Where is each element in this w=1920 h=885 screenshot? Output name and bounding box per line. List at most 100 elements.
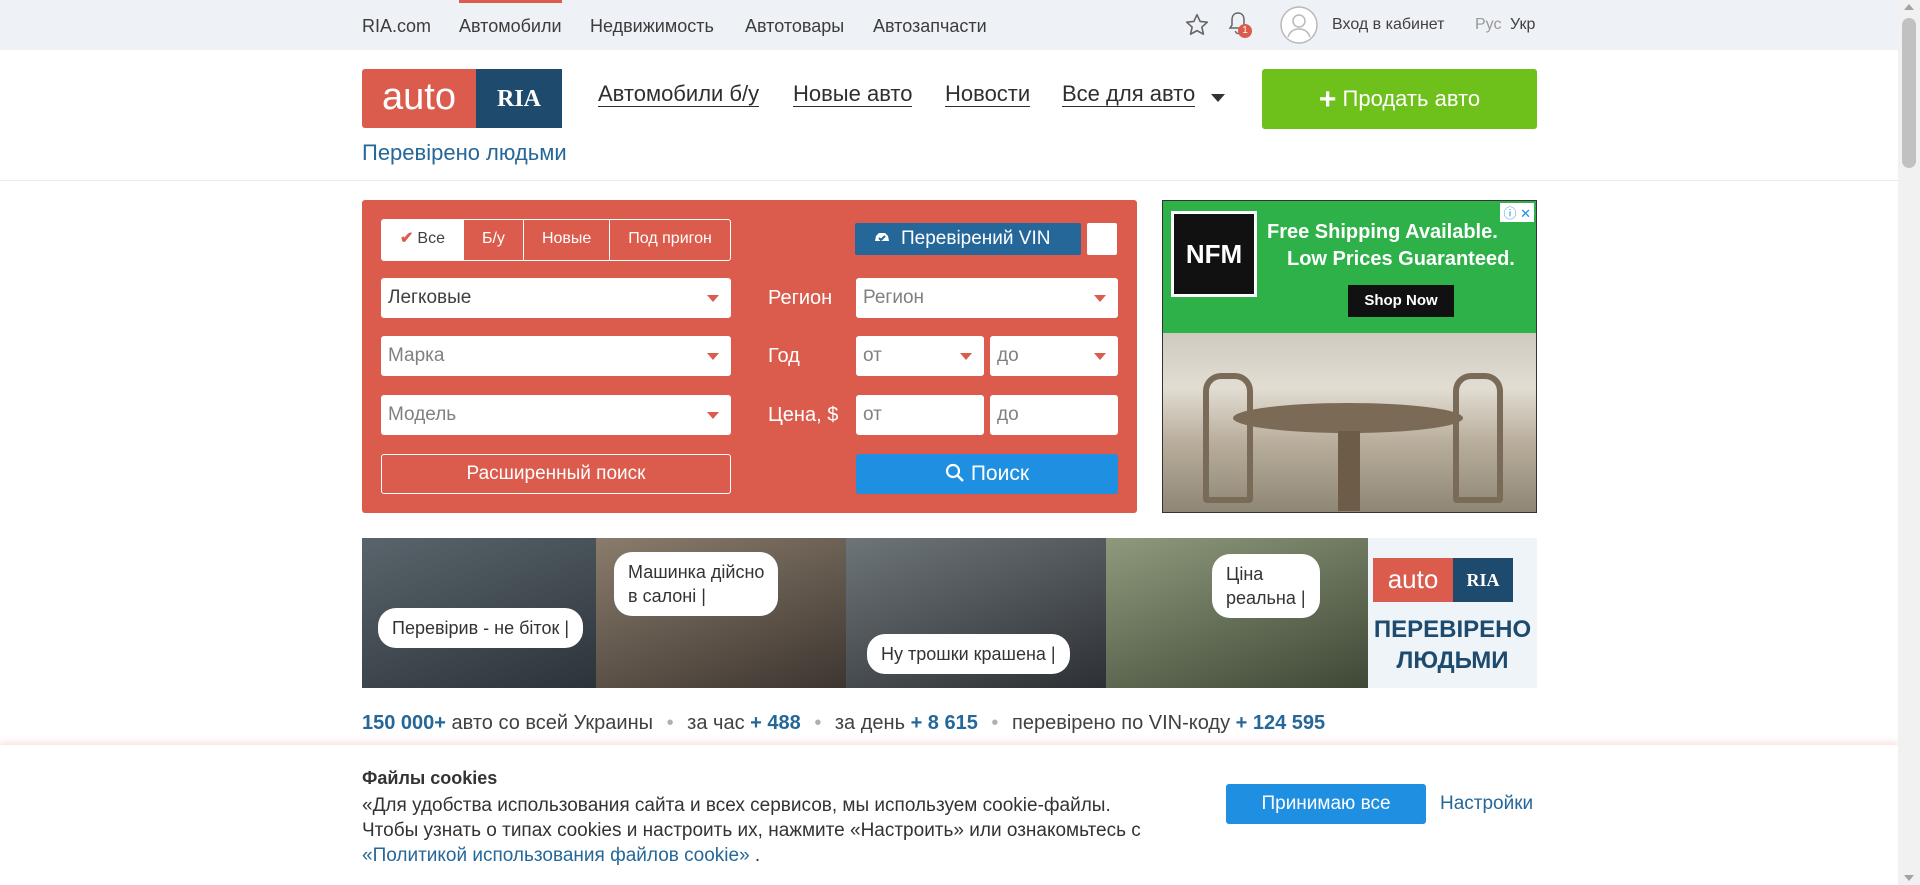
tab-used[interactable]: Б/у	[462, 220, 523, 260]
lang-uk[interactable]: Укр	[1510, 0, 1535, 50]
user-avatar-icon[interactable]	[1280, 6, 1318, 49]
chair-shape	[1453, 373, 1503, 503]
stat-day-value[interactable]: + 8 615	[911, 712, 978, 734]
body-type-select[interactable]: Легковые	[381, 278, 731, 318]
brand-placeholder: Марка	[388, 345, 445, 366]
bubble-2-line-1: Машинка дійсно	[628, 562, 765, 582]
banner-slogan-line-1: ПЕРЕВІРЕНО	[1373, 616, 1532, 643]
dropdown-caret-icon	[1094, 353, 1106, 360]
cookie-settings-link[interactable]: Настройки	[1440, 793, 1533, 815]
lang-ru[interactable]: Рус	[1475, 0, 1502, 50]
stats-line: 150 000+ авто со всей Украины • за час +…	[362, 712, 1325, 735]
chevron-down-icon[interactable]	[1211, 94, 1225, 102]
tagline: Перевірено людьми	[362, 140, 567, 165]
vin-verified-toggle[interactable]: Перевірений VIN	[855, 223, 1081, 255]
banner-bubble-3: Ну трошки крашена |	[867, 634, 1070, 674]
region-placeholder: Регион	[863, 287, 925, 308]
banner-bubble-2: Машинка дійсно в салоні |	[614, 552, 779, 616]
banner-slogan-line-2: ЛЮДЬМИ	[1396, 647, 1509, 674]
scroll-thumb[interactable]	[1902, 18, 1916, 168]
search-button[interactable]: Поиск	[856, 454, 1118, 494]
cookie-policy-link[interactable]: «Политикой использования файлов cookie»	[362, 845, 750, 866]
topnav-autogoods[interactable]: Автотовары	[745, 0, 844, 50]
ad-line-2: Low Prices Guaranteed.	[1287, 248, 1515, 270]
scroll-down-icon[interactable]	[1904, 875, 1914, 881]
promo-banner[interactable]: Перевірив - не біток | Машинка дійсно в с…	[362, 538, 1537, 688]
model-select[interactable]: Модель	[381, 395, 731, 435]
banner-logo-ria: RIA	[1453, 558, 1513, 602]
topnav-ria[interactable]: RIA.com	[362, 0, 431, 50]
notification-badge: 1	[1238, 24, 1252, 38]
cookie-line-3-tail: .	[749, 845, 761, 866]
stat-total-text: авто со всей Украины	[451, 712, 654, 734]
star-icon[interactable]	[1184, 12, 1210, 43]
tab-all-label: Все	[417, 230, 445, 247]
logo-ria[interactable]: RIA	[476, 69, 562, 128]
scrollbar[interactable]	[1898, 0, 1920, 885]
check-icon: ✔	[400, 230, 414, 247]
cookie-line-1: «Для удобства использования сайта и всех…	[362, 795, 1111, 816]
separator-dot: •	[991, 712, 999, 734]
stat-vin-text: перевірено по VIN-коду	[1012, 712, 1231, 734]
dropdown-caret-icon	[707, 295, 719, 302]
brand-select[interactable]: Марка	[381, 336, 731, 376]
bubble-2-line-2: в салоні |	[628, 586, 706, 606]
nav-news[interactable]: Новости	[945, 82, 1031, 107]
stat-day-text: за день	[834, 712, 905, 734]
dropdown-caret-icon	[1094, 295, 1106, 302]
tab-import[interactable]: Под пригон	[609, 220, 730, 260]
advertisement[interactable]: NFM Free Shipping Available. Low Prices …	[1162, 200, 1537, 513]
dropdown-caret-icon	[960, 353, 972, 360]
accept-cookies-button[interactable]: Принимаю все	[1226, 784, 1426, 824]
nav-used-cars[interactable]: Автомобили б/у	[598, 82, 760, 107]
sell-car-button[interactable]: + Продать авто	[1262, 69, 1537, 129]
search-icon	[945, 462, 965, 485]
ad-close-icon[interactable]: ⓘ ✕	[1500, 203, 1534, 222]
price-from-placeholder: от	[863, 404, 882, 425]
banner-bubble-4: Ціна реальна |	[1212, 554, 1320, 618]
tab-new[interactable]: Новые	[522, 220, 609, 260]
year-from-select[interactable]: от	[856, 336, 984, 376]
topnav-cars[interactable]: Автомобили	[459, 0, 562, 53]
ad-banner-top: NFM Free Shipping Available. Low Prices …	[1163, 201, 1536, 333]
site-header	[0, 50, 1898, 181]
separator-dot: •	[666, 712, 674, 734]
banner-logo: auto RIA ПЕРЕВІРЕНО ЛЮДЬМИ	[1368, 538, 1537, 688]
banner-slogan: ПЕРЕВІРЕНО ЛЮДЬМИ	[1368, 614, 1537, 676]
cookie-title: Файлы cookies	[362, 768, 498, 788]
topnav-realty[interactable]: Недвижимость	[590, 0, 714, 50]
body-type-value: Легковые	[388, 287, 472, 308]
year-to-select[interactable]: до	[990, 336, 1118, 376]
advanced-search-button[interactable]: Расширенный поиск	[381, 454, 731, 494]
ad-furniture-image	[1163, 333, 1536, 512]
search-button-label: Поиск	[970, 462, 1030, 485]
ad-shop-now-button[interactable]: Shop Now	[1348, 285, 1454, 317]
stat-hour-value[interactable]: + 488	[750, 712, 801, 734]
banner-logo-auto: auto	[1373, 558, 1453, 602]
vin-checkbox[interactable]	[1087, 223, 1117, 255]
table-leg-shape	[1338, 431, 1360, 511]
plus-icon: +	[1318, 83, 1337, 116]
dropdown-caret-icon	[707, 353, 719, 360]
nav-all-for-auto[interactable]: Все для авто	[1062, 82, 1196, 107]
stat-vin-value[interactable]: + 124 595	[1236, 712, 1326, 734]
cookie-text: «Для удобства использования сайта и всех…	[362, 793, 1212, 868]
logo-auto[interactable]: auto	[362, 69, 476, 128]
nav-new-cars[interactable]: Новые авто	[793, 82, 913, 107]
top-bar: RIA.com Автомобили Недвижимость Автотова…	[0, 0, 1898, 50]
car-check-icon	[873, 223, 891, 255]
stat-hour-text: за час	[687, 712, 745, 734]
tab-all[interactable]: ✔ Все	[382, 220, 463, 260]
price-from-input[interactable]: от	[856, 395, 984, 435]
region-select[interactable]: Регион	[856, 278, 1118, 318]
topnav-autoparts[interactable]: Автозапчасти	[873, 0, 987, 50]
scroll-up-icon[interactable]	[1904, 4, 1914, 10]
price-to-placeholder: до	[997, 404, 1019, 425]
cookie-line-2: Чтобы узнать о типах cookies и настроить…	[362, 820, 1141, 841]
sell-car-label: Продать авто	[1342, 86, 1481, 111]
login-link[interactable]: Вход в кабинет	[1332, 0, 1444, 50]
price-to-input[interactable]: до	[990, 395, 1118, 435]
bubble-4-line-2: реальна |	[1226, 588, 1306, 608]
stat-total[interactable]: 150 000+	[362, 712, 446, 734]
table-shape	[1233, 403, 1463, 433]
